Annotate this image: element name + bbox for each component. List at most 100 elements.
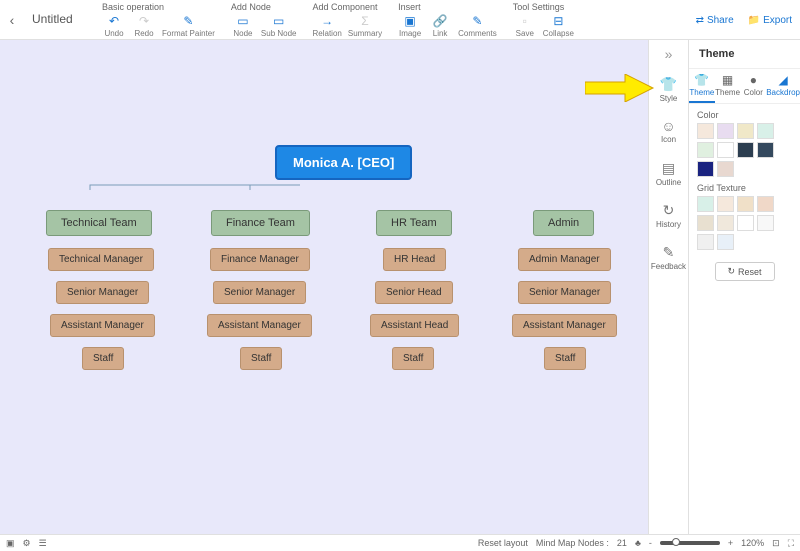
panel-tab-theme2[interactable]: ▦Theme bbox=[715, 69, 741, 103]
child-node[interactable]: HR Head bbox=[383, 248, 446, 271]
user-icon[interactable]: ⚙ bbox=[23, 538, 31, 549]
child-node[interactable]: Senior Head bbox=[375, 281, 453, 304]
panel-tab-backdrop[interactable]: ◢Backdrop bbox=[766, 69, 800, 103]
child-node[interactable]: Staff bbox=[392, 347, 434, 370]
face-icon: ☺ bbox=[661, 118, 675, 134]
export-button[interactable]: 📁Export bbox=[748, 15, 792, 26]
branch-node[interactable]: HR Team bbox=[376, 210, 452, 236]
child-node[interactable]: Staff bbox=[544, 347, 586, 370]
outline-tab[interactable]: ▤Outline bbox=[649, 152, 688, 194]
color-swatch[interactable] bbox=[697, 123, 714, 139]
reset-layout-button[interactable]: Reset layout bbox=[478, 538, 528, 548]
group-label: Add Node bbox=[231, 2, 297, 12]
color-swatch[interactable] bbox=[697, 142, 714, 158]
relation-button[interactable]: →Relation bbox=[313, 14, 342, 38]
grid-swatch[interactable] bbox=[697, 215, 714, 231]
grid-swatch[interactable] bbox=[717, 215, 734, 231]
layers-icon[interactable]: ▣ bbox=[6, 538, 15, 549]
color-swatches bbox=[689, 123, 800, 177]
image-icon: ▣ bbox=[402, 14, 418, 28]
nodes-label: Mind Map Nodes : bbox=[536, 538, 609, 548]
zoom-out-button[interactable]: - bbox=[649, 538, 652, 548]
sub-node-button[interactable]: ▭Sub Node bbox=[261, 14, 297, 38]
collapse-panel-button[interactable]: » bbox=[649, 40, 688, 68]
group-label: Basic operation bbox=[102, 2, 215, 12]
save-icon: ▫ bbox=[517, 14, 533, 28]
redo-button[interactable]: ↷Redo bbox=[132, 14, 156, 38]
group-label: Insert bbox=[398, 2, 497, 12]
document-title[interactable]: Untitled bbox=[24, 0, 94, 26]
node-icon: ▭ bbox=[235, 14, 251, 28]
grid-swatch[interactable] bbox=[757, 196, 774, 212]
color-swatch[interactable] bbox=[737, 142, 754, 158]
child-node[interactable]: Staff bbox=[82, 347, 124, 370]
subnode-icon: ▭ bbox=[271, 14, 287, 28]
view-icon[interactable]: ☰ bbox=[39, 538, 47, 549]
child-node[interactable]: Senior Manager bbox=[213, 281, 306, 304]
history-tab[interactable]: ↻History bbox=[649, 194, 688, 236]
feedback-tab[interactable]: ✎Feedback bbox=[649, 236, 688, 278]
grid-swatch[interactable] bbox=[737, 196, 754, 212]
root-node[interactable]: Monica A. [CEO] bbox=[275, 145, 412, 180]
zoom-in-button[interactable]: + bbox=[728, 538, 733, 548]
child-node[interactable]: Staff bbox=[240, 347, 282, 370]
grid-swatch[interactable] bbox=[717, 196, 734, 212]
zoom-handle[interactable] bbox=[672, 538, 680, 546]
child-node[interactable]: Assistant Manager bbox=[512, 314, 617, 337]
share-icon: ⇄ bbox=[696, 15, 704, 26]
reset-button[interactable]: ↻Reset bbox=[715, 262, 775, 281]
child-node[interactable]: Senior Manager bbox=[518, 281, 611, 304]
brush-icon: ✎ bbox=[180, 14, 196, 28]
grid-swatch[interactable] bbox=[737, 215, 754, 231]
child-node[interactable]: Technical Manager bbox=[48, 248, 154, 271]
share-button[interactable]: ⇄Share bbox=[696, 15, 734, 26]
child-node[interactable]: Assistant Manager bbox=[207, 314, 312, 337]
tree-icon[interactable]: ♣ bbox=[635, 538, 641, 548]
grid-swatch[interactable] bbox=[697, 196, 714, 212]
highlight-arrow bbox=[585, 74, 655, 102]
comments-button[interactable]: ✎Comments bbox=[458, 14, 497, 38]
link-button[interactable]: 🔗Link bbox=[428, 14, 452, 38]
grid-swatch[interactable] bbox=[757, 215, 774, 231]
child-node[interactable]: Assistant Manager bbox=[50, 314, 155, 337]
child-node[interactable]: Admin Manager bbox=[518, 248, 611, 271]
child-node[interactable]: Senior Manager bbox=[56, 281, 149, 304]
node-button[interactable]: ▭Node bbox=[231, 14, 255, 38]
icon-tab[interactable]: ☺Icon bbox=[649, 110, 688, 152]
list-icon: ▤ bbox=[662, 160, 675, 177]
zoom-slider[interactable] bbox=[660, 541, 720, 545]
fit-icon[interactable]: ⊡ bbox=[772, 538, 780, 549]
theme-panel: Theme 👕Theme ▦Theme ●Color ◢Backdrop Col… bbox=[688, 40, 800, 534]
refresh-icon: ↻ bbox=[727, 266, 735, 277]
color-swatch[interactable] bbox=[737, 123, 754, 139]
panel-tab-theme[interactable]: 👕Theme bbox=[689, 69, 715, 103]
branch-node[interactable]: Finance Team bbox=[211, 210, 310, 236]
collapse-button[interactable]: ⊟Collapse bbox=[543, 14, 574, 38]
fullscreen-icon[interactable]: ⛶ bbox=[788, 538, 794, 549]
summary-button[interactable]: ΣSummary bbox=[348, 14, 382, 38]
panel-tab-color[interactable]: ●Color bbox=[740, 69, 766, 103]
color-swatch[interactable] bbox=[757, 142, 774, 158]
undo-icon: ↶ bbox=[106, 14, 122, 28]
color-swatch[interactable] bbox=[717, 142, 734, 158]
branch-node[interactable]: Technical Team bbox=[46, 210, 152, 236]
color-swatch[interactable] bbox=[757, 123, 774, 139]
image-button[interactable]: ▣Image bbox=[398, 14, 422, 38]
branch-node[interactable]: Admin bbox=[533, 210, 594, 236]
undo-button[interactable]: ↶Undo bbox=[102, 14, 126, 38]
color-swatch[interactable] bbox=[697, 161, 714, 177]
back-button[interactable]: ‹ bbox=[0, 0, 24, 40]
color-section-label: Color bbox=[689, 104, 800, 123]
side-tabs: » 👕Style ☺Icon ▤Outline ↻History ✎Feedba… bbox=[648, 40, 688, 534]
grid-swatch[interactable] bbox=[717, 234, 734, 250]
grid-swatch[interactable] bbox=[697, 234, 714, 250]
format-painter-button[interactable]: ✎Format Painter bbox=[162, 14, 215, 38]
grid-icon: ▦ bbox=[722, 73, 733, 87]
child-node[interactable]: Finance Manager bbox=[210, 248, 310, 271]
child-node[interactable]: Assistant Head bbox=[370, 314, 459, 337]
drop-icon: ● bbox=[750, 73, 757, 87]
group-label: Tool Settings bbox=[513, 2, 574, 12]
color-swatch[interactable] bbox=[717, 161, 734, 177]
color-swatch[interactable] bbox=[717, 123, 734, 139]
save-button[interactable]: ▫Save bbox=[513, 14, 537, 38]
